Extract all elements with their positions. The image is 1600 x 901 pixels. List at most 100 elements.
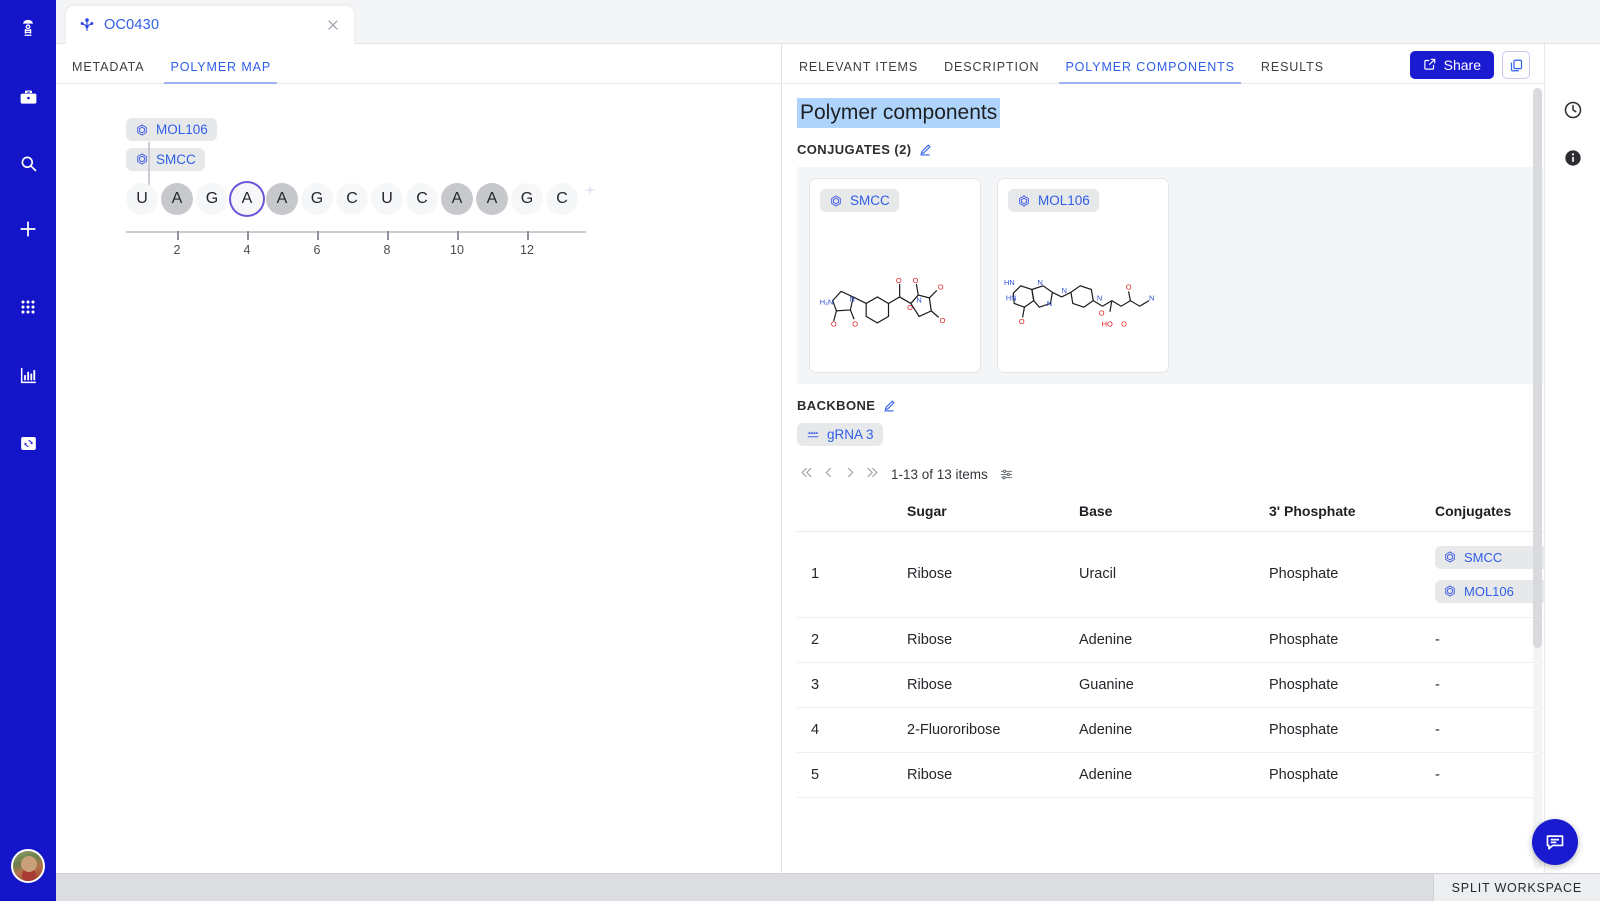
svg-text:O: O — [938, 283, 944, 292]
svg-text:O: O — [1099, 309, 1105, 318]
tab-relevant-items[interactable]: RELEVANT ITEMS — [799, 60, 918, 83]
svg-text:N: N — [1037, 278, 1042, 287]
residue-13[interactable]: C — [546, 183, 578, 215]
avatar[interactable] — [11, 849, 45, 883]
svg-text:N: N — [1149, 294, 1154, 303]
table-row[interactable]: 5 Ribose Adenine Phosphate - — [797, 752, 1544, 798]
cell-conjugate-chip[interactable]: MOL106 — [1435, 579, 1544, 603]
tab-results[interactable]: RESULTS — [1261, 60, 1324, 83]
cell-conjugates: SMCC MOL106 — [1435, 531, 1544, 618]
history-clock-icon[interactable] — [1563, 100, 1583, 120]
vertical-scrollbar[interactable] — [1533, 88, 1542, 869]
residue-12[interactable]: G — [511, 183, 543, 215]
backbone-chip-grna3[interactable]: gRNA 3 — [797, 423, 883, 447]
svg-text:HO: HO — [1102, 320, 1113, 329]
residue-1[interactable]: U — [126, 183, 158, 215]
axis-tick-label-10: 10 — [450, 243, 464, 257]
card-chip-mol106-label: MOL106 — [1038, 193, 1090, 209]
residue-2[interactable]: A — [161, 183, 193, 215]
conjugate-card-mol106[interactable]: MOL106 O O O HO O HN HN N N N N N — [997, 178, 1169, 374]
residue-8[interactable]: U — [371, 183, 403, 215]
cell-conjugate-label: MOL106 — [1464, 583, 1514, 599]
cell-conjugate-chip[interactable]: SMCC — [1435, 545, 1544, 569]
app-logo[interactable] — [11, 12, 45, 46]
table-row[interactable]: 4 2-Fluororibose Adenine Phosphate - — [797, 707, 1544, 753]
svg-text:N: N — [1047, 300, 1052, 309]
polymer-map: MOL106 SMCC UAGAAGCUCAAGC 2 4 6 8 10 12 — [56, 84, 781, 257]
page-title: Polymer components — [797, 98, 1001, 129]
edit-pencil-icon[interactable] — [882, 399, 896, 413]
chevron-left-icon[interactable] — [821, 465, 836, 485]
residue-5[interactable]: A — [266, 183, 298, 215]
axis-line — [126, 231, 586, 233]
residue-7[interactable]: C — [336, 183, 368, 215]
axis-tick-label-4: 4 — [243, 243, 251, 257]
chevron-double-right-icon[interactable] — [865, 465, 880, 485]
pagination: 1-13 of 13 items — [799, 465, 1544, 485]
residue-9[interactable]: C — [406, 183, 438, 215]
tab-polymer-map[interactable]: POLYMER MAP — [164, 60, 277, 84]
bar-chart-icon[interactable] — [11, 358, 45, 392]
residue-4[interactable]: A — [231, 183, 263, 215]
cell-sugar: Ribose — [907, 662, 1079, 708]
close-icon[interactable] — [324, 16, 342, 34]
cell-phosphate: Phosphate — [1269, 752, 1435, 798]
right-pane-tabs: RELEVANT ITEMS DESCRIPTION POLYMER COMPO… — [783, 44, 1544, 84]
chat-icon[interactable] — [1532, 819, 1578, 865]
cell-sugar: 2-Fluororibose — [907, 707, 1079, 753]
cell-conjugates: - — [1435, 752, 1544, 798]
map-chip-mol106[interactable]: MOL106 — [126, 118, 217, 141]
scrollbar-thumb[interactable] — [1533, 88, 1542, 648]
document-tab[interactable]: OC0430 — [66, 6, 354, 44]
axis-tick-8 — [387, 231, 389, 240]
molecule-icon — [78, 16, 96, 34]
residue-6[interactable]: G — [301, 183, 333, 215]
copy-icon[interactable] — [1502, 51, 1530, 79]
table-row[interactable]: 3 Ribose Guanine Phosphate - — [797, 662, 1544, 708]
hexagon-icon — [1443, 550, 1457, 564]
split-workspace-tab[interactable]: SPLIT WORKSPACE — [1432, 874, 1600, 901]
card-chip-smcc[interactable]: SMCC — [820, 189, 899, 213]
hexagon-icon — [1017, 194, 1031, 208]
search-icon[interactable] — [11, 146, 45, 180]
right-pane-body: Polymer components CONJUGATES (2) SMCC O… — [783, 84, 1544, 873]
svg-text:O: O — [1019, 317, 1025, 326]
edit-pencil-icon[interactable] — [918, 143, 932, 157]
grid-apps-icon[interactable] — [11, 290, 45, 324]
tab-polymer-components[interactable]: POLYMER COMPONENTS — [1059, 60, 1242, 84]
chevron-right-icon[interactable] — [843, 465, 858, 485]
briefcase-icon[interactable] — [11, 80, 45, 114]
col-sugar: Sugar — [907, 492, 1079, 532]
table-row[interactable]: 2 Ribose Adenine Phosphate - — [797, 617, 1544, 663]
right-utility-rail — [1544, 44, 1600, 873]
settings-sliders-icon[interactable] — [999, 467, 1015, 483]
svg-text:O: O — [852, 320, 858, 329]
info-icon[interactable] — [1563, 148, 1583, 168]
col-phosphate: 3' Phosphate — [1269, 492, 1435, 532]
col-conjugates: Conjugates — [1435, 492, 1544, 532]
plus-icon[interactable] — [11, 212, 45, 246]
cell-conjugates: - — [1435, 707, 1544, 753]
conjugate-card-smcc[interactable]: SMCC O O O O O O O H₂N N N — [809, 178, 981, 374]
map-chip-smcc[interactable]: SMCC — [126, 147, 205, 171]
tab-description[interactable]: DESCRIPTION — [944, 60, 1039, 83]
cell-base: Adenine — [1079, 617, 1269, 663]
residue-10[interactable]: A — [441, 183, 473, 215]
residue-11[interactable]: A — [476, 183, 508, 215]
table-row[interactable]: 1 Ribose Uracil Phosphate SMCC MOL106 — [797, 531, 1544, 618]
sync-folder-icon[interactable] — [11, 426, 45, 460]
residue-3[interactable]: G — [196, 183, 228, 215]
left-pane-tabs: METADATA POLYMER MAP — [56, 44, 781, 84]
chevron-double-left-icon[interactable] — [799, 465, 814, 485]
conjugates-label-text: CONJUGATES (2) — [797, 142, 912, 158]
conjugates-section-label: CONJUGATES (2) — [797, 142, 1544, 157]
cell-phosphate: Phosphate — [1269, 531, 1435, 618]
polymer-map-pane: METADATA POLYMER MAP MOL106 SMCC U A G A… — [56, 44, 782, 873]
svg-text:O: O — [940, 316, 946, 325]
svg-text:O: O — [913, 276, 919, 285]
tab-metadata[interactable]: METADATA — [72, 60, 144, 83]
share-button[interactable]: Share — [1409, 51, 1494, 79]
card-chip-mol106[interactable]: MOL106 — [1008, 189, 1099, 213]
bottom-status-bar: SPLIT WORKSPACE — [56, 873, 1600, 901]
mol106-structure: O O O HO O HN HN N N N N N — [1004, 278, 1154, 329]
